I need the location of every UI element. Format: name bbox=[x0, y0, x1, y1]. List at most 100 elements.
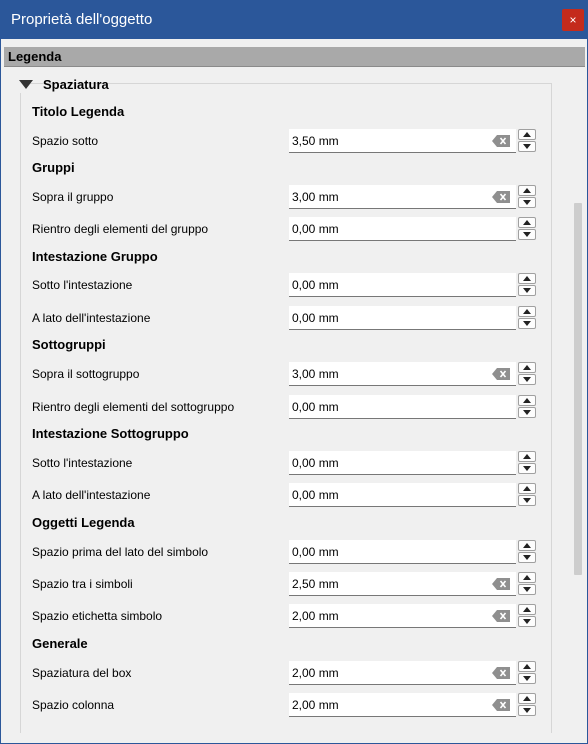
field-label: Sotto l'intestazione bbox=[32, 278, 133, 292]
spacing-value: 3,00 mm bbox=[292, 190, 339, 204]
subsection-heading: Intestazione Sottogruppo bbox=[32, 426, 189, 441]
clear-text-icon[interactable] bbox=[492, 368, 510, 380]
spinbox-buttons bbox=[518, 693, 536, 717]
spacing-input[interactable]: 0,00 mm bbox=[289, 217, 516, 241]
field-label: Sotto l'intestazione bbox=[32, 456, 133, 470]
increment-arrow-icon[interactable] bbox=[518, 129, 536, 140]
spacing-value: 2,00 mm bbox=[292, 609, 339, 623]
spacing-value: 0,00 mm bbox=[292, 400, 339, 414]
section-header-legend: Legenda bbox=[4, 47, 585, 67]
clear-text-icon[interactable] bbox=[492, 578, 510, 590]
collapse-arrow-icon[interactable] bbox=[19, 80, 33, 89]
increment-arrow-icon[interactable] bbox=[518, 362, 536, 373]
decrement-arrow-icon[interactable] bbox=[518, 673, 536, 684]
properties-window: Proprietà dell'oggetto × Legenda Spaziat… bbox=[0, 0, 588, 744]
field-label: Rientro degli elementi del sottogruppo bbox=[32, 400, 235, 414]
window-title: Proprietà dell'oggetto bbox=[11, 11, 153, 28]
close-button[interactable]: × bbox=[562, 9, 584, 31]
spacing-value: 3,00 mm bbox=[292, 367, 339, 381]
spacing-value: 0,00 mm bbox=[292, 278, 339, 292]
decrement-arrow-icon[interactable] bbox=[518, 552, 536, 563]
clear-text-icon[interactable] bbox=[492, 699, 510, 711]
field-label: Spazio tra i simboli bbox=[32, 577, 133, 591]
increment-arrow-icon[interactable] bbox=[518, 540, 536, 551]
spacing-group-toggle[interactable]: Spaziatura bbox=[18, 77, 109, 93]
clear-text-icon[interactable] bbox=[492, 191, 510, 203]
decrement-arrow-icon[interactable] bbox=[518, 463, 536, 474]
spinbox-buttons bbox=[518, 604, 536, 628]
increment-arrow-icon[interactable] bbox=[518, 395, 536, 406]
subsection-heading: Sottogruppi bbox=[32, 337, 106, 352]
clear-text-icon[interactable] bbox=[492, 135, 510, 147]
spacing-value: 2,50 mm bbox=[292, 577, 339, 591]
title-bar[interactable]: Proprietà dell'oggetto × bbox=[1, 1, 587, 39]
spacing-value: 0,00 mm bbox=[292, 311, 339, 325]
vertical-scrollbar[interactable] bbox=[571, 67, 585, 739]
field-label: Sopra il gruppo bbox=[32, 190, 114, 204]
subsection-heading: Gruppi bbox=[32, 160, 75, 175]
group-title: Spaziatura bbox=[43, 77, 109, 92]
increment-arrow-icon[interactable] bbox=[518, 661, 536, 672]
decrement-arrow-icon[interactable] bbox=[518, 495, 536, 506]
field-label: Spazio sotto bbox=[32, 134, 99, 148]
decrement-arrow-icon[interactable] bbox=[518, 229, 536, 240]
decrement-arrow-icon[interactable] bbox=[518, 616, 536, 627]
clear-text-icon[interactable] bbox=[492, 667, 510, 679]
spacing-input[interactable]: 0,00 mm bbox=[289, 395, 516, 419]
spinbox-buttons bbox=[518, 362, 536, 386]
spacing-input[interactable]: 0,00 mm bbox=[289, 306, 516, 330]
decrement-arrow-icon[interactable] bbox=[518, 374, 536, 385]
spinbox-buttons bbox=[518, 217, 536, 241]
spinbox-buttons bbox=[518, 483, 536, 507]
spinbox-buttons bbox=[518, 451, 536, 475]
spacing-input[interactable]: 2,50 mm bbox=[289, 572, 516, 596]
subsection-heading: Titolo Legenda bbox=[32, 104, 125, 119]
spacing-input[interactable]: 3,00 mm bbox=[289, 362, 516, 386]
decrement-arrow-icon[interactable] bbox=[518, 318, 536, 329]
increment-arrow-icon[interactable] bbox=[518, 572, 536, 583]
scrollbar-thumb[interactable] bbox=[574, 203, 582, 575]
section-title: Legenda bbox=[8, 49, 62, 64]
subsection-heading: Generale bbox=[32, 636, 88, 651]
increment-arrow-icon[interactable] bbox=[518, 185, 536, 196]
subsection-heading: Oggetti Legenda bbox=[32, 515, 135, 530]
spacing-input[interactable]: 3,50 mm bbox=[289, 129, 516, 153]
clear-text-icon[interactable] bbox=[492, 610, 510, 622]
spinbox-buttons bbox=[518, 395, 536, 419]
field-label: Rientro degli elementi del gruppo bbox=[32, 222, 209, 236]
decrement-arrow-icon[interactable] bbox=[518, 141, 536, 152]
spacing-input[interactable]: 2,00 mm bbox=[289, 693, 516, 717]
increment-arrow-icon[interactable] bbox=[518, 306, 536, 317]
field-label: Spazio prima del lato del simbolo bbox=[32, 545, 209, 559]
decrement-arrow-icon[interactable] bbox=[518, 285, 536, 296]
decrement-arrow-icon[interactable] bbox=[518, 584, 536, 595]
field-label: Spaziatura del box bbox=[32, 666, 132, 680]
decrement-arrow-icon[interactable] bbox=[518, 705, 536, 716]
spacing-value: 2,00 mm bbox=[292, 666, 339, 680]
field-label: Spazio colonna bbox=[32, 698, 115, 712]
spacing-input[interactable]: 0,00 mm bbox=[289, 540, 516, 564]
increment-arrow-icon[interactable] bbox=[518, 483, 536, 494]
field-label: A lato dell'intestazione bbox=[32, 488, 151, 502]
increment-arrow-icon[interactable] bbox=[518, 217, 536, 228]
decrement-arrow-icon[interactable] bbox=[518, 407, 536, 418]
spacing-input[interactable]: 0,00 mm bbox=[289, 451, 516, 475]
spinbox-buttons bbox=[518, 129, 536, 153]
field-label: Sopra il sottogruppo bbox=[32, 367, 140, 381]
increment-arrow-icon[interactable] bbox=[518, 451, 536, 462]
spacing-input[interactable]: 2,00 mm bbox=[289, 604, 516, 628]
spacing-value: 0,00 mm bbox=[292, 488, 339, 502]
field-label: Spazio etichetta simbolo bbox=[32, 609, 163, 623]
spacing-input[interactable]: 0,00 mm bbox=[289, 483, 516, 507]
increment-arrow-icon[interactable] bbox=[518, 604, 536, 615]
properties-panel: Spaziatura Titolo Legenda Spazio sotto 3,5… bbox=[4, 67, 585, 739]
decrement-arrow-icon[interactable] bbox=[518, 197, 536, 208]
spacing-value: 2,00 mm bbox=[292, 698, 339, 712]
increment-arrow-icon[interactable] bbox=[518, 693, 536, 704]
spacing-input[interactable]: 0,00 mm bbox=[289, 273, 516, 297]
spacing-input[interactable]: 3,00 mm bbox=[289, 185, 516, 209]
increment-arrow-icon[interactable] bbox=[518, 273, 536, 284]
field-label: A lato dell'intestazione bbox=[32, 311, 151, 325]
spacing-input[interactable]: 2,00 mm bbox=[289, 661, 516, 685]
spinbox-buttons bbox=[518, 661, 536, 685]
